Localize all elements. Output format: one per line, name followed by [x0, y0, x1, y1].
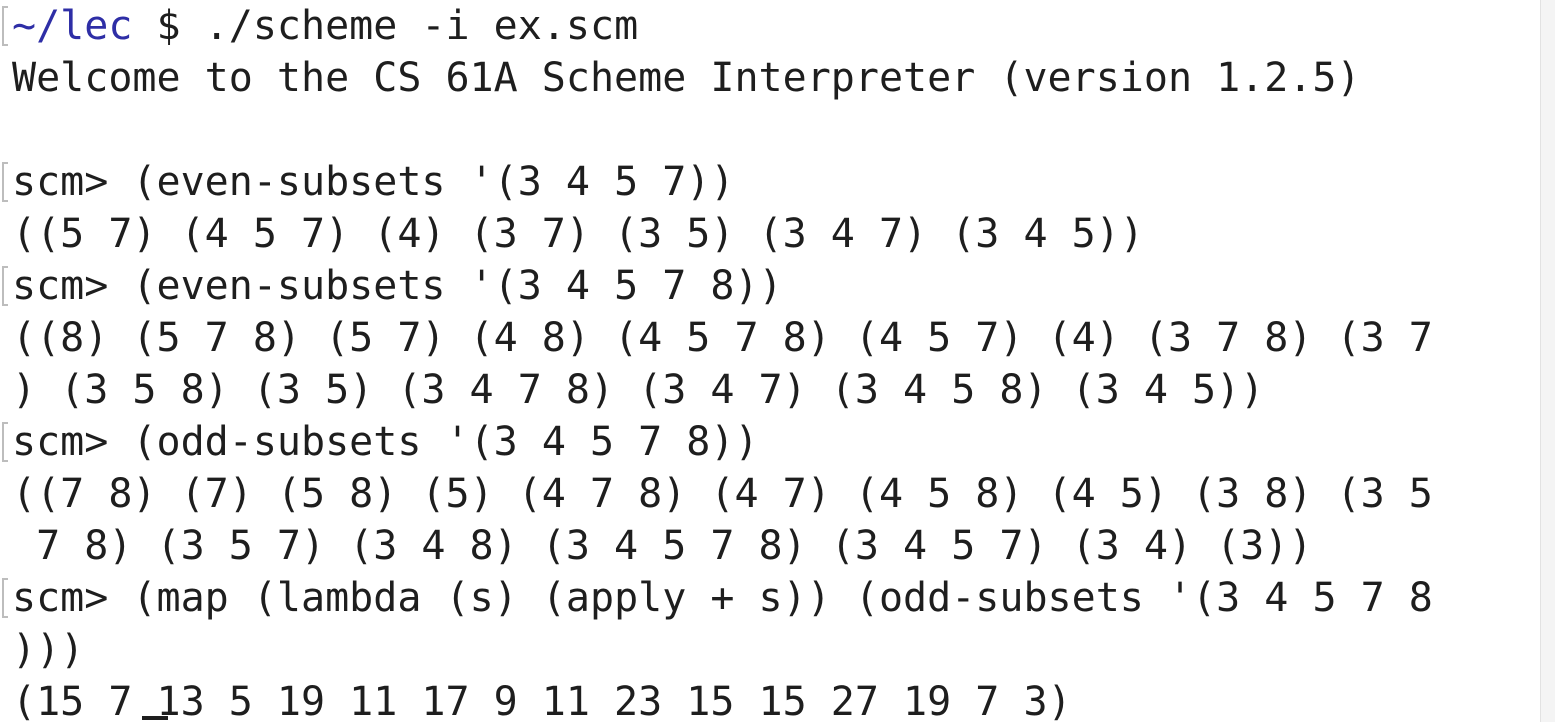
- scm-prompt: scm>: [12, 575, 133, 621]
- scm-output-line: 7 8) (3 5 7) (3 4 8) (3 4 5 7 8) (3 4 5 …: [12, 523, 1313, 569]
- scm-output-line: ((5 7) (4 5 7) (4) (3 7) (3 5) (3 4 7) (…: [12, 211, 1144, 257]
- scm-output-line: ((7 8) (7) (5 8) (5) (4 7 8) (4 7) (4 5 …: [12, 471, 1433, 517]
- scm-output-line: (15 7 13 5 19 11 17 9 11 23 15 15 27 19 …: [12, 679, 1072, 722]
- scm-input: (odd-subsets '(3 4 5 7 8)): [132, 419, 759, 465]
- welcome-message: Welcome to the CS 61A Scheme Interpreter…: [12, 55, 1361, 101]
- scm-input-line: scm> (even-subsets '(3 4 5 7)): [12, 156, 734, 208]
- scm-prompt: scm>: [12, 419, 133, 465]
- prompt-path: ~/lec: [12, 3, 133, 49]
- scm-input-line: scm> (even-subsets '(3 4 5 7 8)): [12, 260, 783, 312]
- scm-input: (even-subsets '(3 4 5 7)): [132, 159, 735, 205]
- prompt-marker: [2, 6, 8, 46]
- scm-prompt: scm>: [12, 159, 133, 205]
- prompt-marker: [2, 578, 8, 618]
- scm-output-line: ((8) (5 7 8) (5 7) (4 8) (4 5 7 8) (4 5 …: [12, 315, 1433, 361]
- scm-output-line: ) (3 5 8) (3 5) (3 4 7 8) (3 4 7) (3 4 5…: [12, 367, 1265, 413]
- scm-prompt: scm>: [12, 263, 133, 309]
- shell-command: ./scheme -i ex.scm: [204, 3, 639, 49]
- scm-input-line: scm> (map (lambda (s) (apply + s)) (odd-…: [12, 572, 1433, 624]
- prompt-symbol: $: [132, 3, 205, 49]
- scm-input-line: scm> (odd-subsets '(3 4 5 7 8)): [12, 416, 759, 468]
- prompt-marker: [2, 266, 8, 306]
- shell-command-line: ~/lec $ ./scheme -i ex.scm: [12, 0, 638, 52]
- text-cursor: [142, 716, 168, 720]
- scm-input: (even-subsets '(3 4 5 7 8)): [132, 263, 783, 309]
- prompt-marker: [2, 422, 8, 462]
- scm-input: (map (lambda (s) (apply + s)) (odd-subse…: [132, 575, 1433, 621]
- terminal-window[interactable]: ~/lec $ ./scheme -i ex.scm Welcome to th…: [0, 0, 1555, 722]
- scm-input-continuation: ))): [12, 627, 85, 673]
- scrollbar[interactable]: [1540, 0, 1555, 722]
- prompt-marker: [2, 162, 8, 202]
